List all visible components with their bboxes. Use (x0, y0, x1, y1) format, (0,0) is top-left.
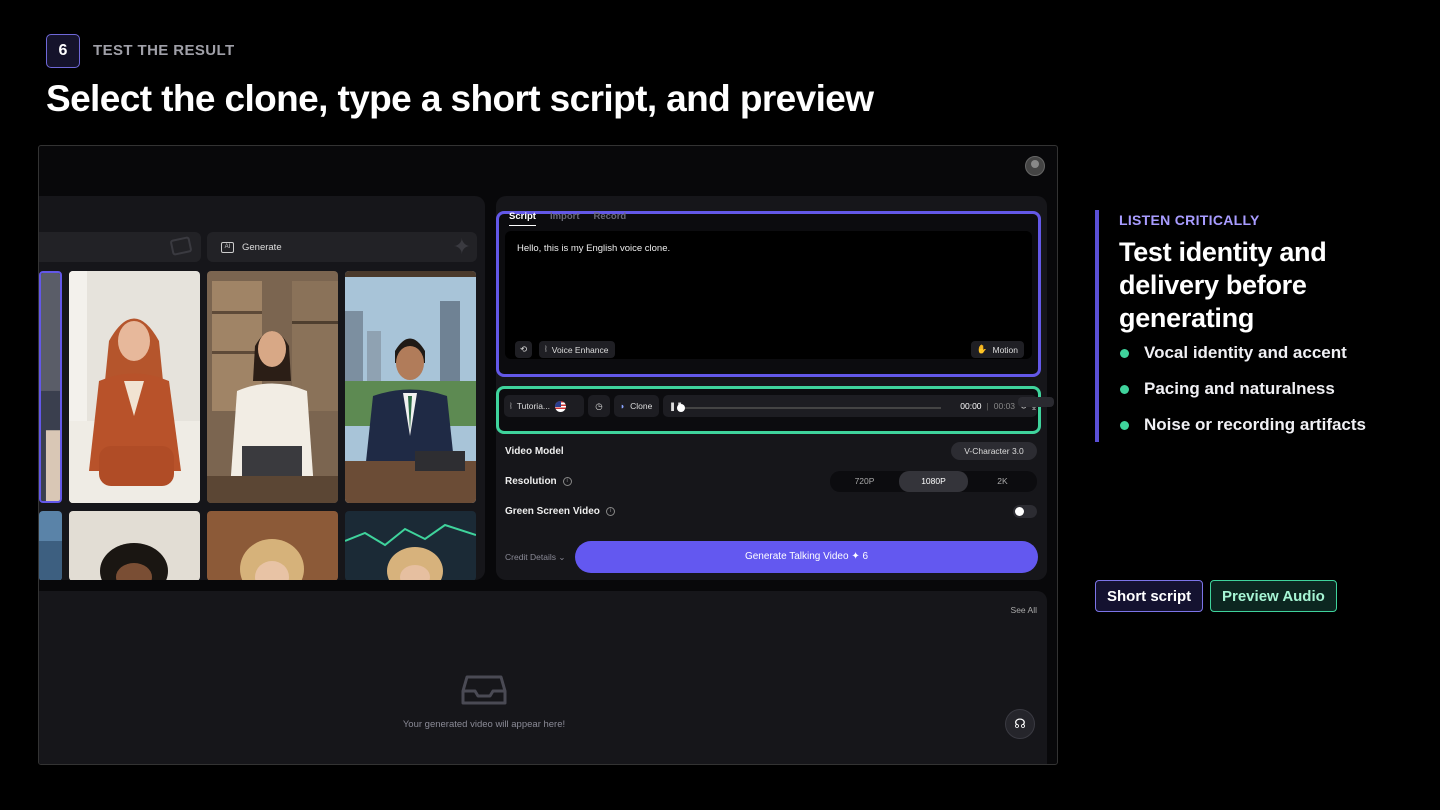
script-settings-panel: Script Import Record Hello, this is my E… (496, 196, 1054, 580)
user-avatar-icon[interactable] (1025, 156, 1045, 176)
script-textarea[interactable]: Hello, this is my English voice clone. ⟲… (505, 231, 1032, 359)
audio-player: ❚❚ 00:00 | 00:03 ↻ ⤓ (663, 395, 1054, 417)
generate-tab-label: Generate (242, 241, 282, 253)
green-screen-text: Green Screen Video (505, 506, 600, 517)
step-label: TEST THE RESULT (93, 42, 235, 59)
script-editor-highlight: Script Import Record Hello, this is my E… (496, 211, 1041, 377)
motion-label: Motion (992, 344, 1018, 355)
avatar-card-red-blazer[interactable] (69, 271, 200, 503)
support-headset-icon[interactable]: ☊ (1005, 709, 1035, 739)
avatar-card-bookshelf[interactable] (207, 271, 338, 503)
voice-enhance-button[interactable]: ⦚ Voice Enhance (539, 341, 615, 358)
avatar-gallery-panel: AI Generate ✦ (39, 196, 485, 580)
clone-label: Clone (630, 401, 653, 411)
clone-voice-icon: ◗ (620, 401, 626, 411)
tab-import[interactable]: Import (550, 211, 580, 226)
avatar-card-trading[interactable] (345, 511, 476, 580)
voice-selector[interactable]: ⦚ Tutoria... (504, 395, 584, 417)
history-button[interactable]: ⟲ (515, 341, 532, 358)
generate-tab[interactable]: AI Generate ✦ (207, 232, 477, 262)
history-icon: ⟲ (519, 344, 528, 354)
resolution-text: Resolution (505, 476, 557, 487)
avatar-card-partial[interactable] (39, 511, 62, 580)
output-panel: See All Your generated video will appear… (39, 591, 1047, 764)
playhead-handle[interactable] (677, 404, 685, 412)
inbox-icon (461, 675, 507, 705)
resolution-option-1080p[interactable]: 1080P (899, 471, 968, 492)
avatar-card-curly-hair[interactable] (69, 511, 200, 580)
sidebar-eyebrow: LISTEN CRITICALLY (1119, 212, 1260, 228)
green-screen-label: Green Screen Video i (505, 506, 615, 517)
bullet-item: Noise or recording artifacts (1119, 415, 1405, 451)
video-model-text: Video Model (505, 446, 564, 457)
motion-button[interactable]: ✋ Motion (970, 341, 1024, 358)
preview-audio-tag: Preview Audio (1210, 580, 1337, 612)
audio-preview-highlight: ⦚ Tutoria... ◷ ◗ Clone ❚❚ 00:00 | 00:03 (496, 386, 1054, 434)
see-all-link[interactable]: See All (1011, 605, 1037, 615)
short-script-tag: Short script (1095, 580, 1204, 612)
voice-enhance-label: Voice Enhance (551, 344, 609, 355)
time-total: 00:03 (993, 401, 1016, 411)
generate-talking-video-button[interactable]: Generate Talking Video ✦ 6 (575, 541, 1038, 573)
info-icon[interactable]: i (605, 507, 615, 516)
audio-progress-bar[interactable] (677, 397, 1054, 412)
app-screenshot: AI Generate ✦ Script Import Record Hello… (38, 145, 1058, 765)
page-title: Select the clone, type a short script, a… (46, 78, 874, 119)
avatar-card-selected[interactable] (39, 271, 62, 503)
voice-history-button[interactable]: ◷ (588, 395, 610, 417)
empty-state-message: Your generated video will appear here! (402, 719, 566, 730)
clock-icon: ◷ (595, 400, 603, 411)
voice-name: Tutoria... (516, 401, 551, 411)
script-text: Hello, this is my English voice clone. (517, 243, 671, 254)
resolution-selector: 720P 1080P 2K (830, 471, 1037, 492)
tab-script[interactable]: Script (509, 211, 536, 226)
bullet-item: Vocal identity and accent (1119, 343, 1405, 379)
photo-decoration-icon (169, 236, 193, 256)
video-model-select[interactable]: V-Character 3.0 (951, 442, 1037, 460)
sidebar-bullets: Vocal identity and accent Pacing and nat… (1119, 343, 1405, 451)
green-screen-toggle[interactable] (1013, 505, 1037, 518)
video-model-label: Video Model (505, 446, 564, 457)
step-number-badge: 6 (46, 34, 80, 68)
time-current: 00:00 (960, 401, 982, 411)
waveform-icon: ⦚ (510, 400, 512, 411)
tab-record[interactable]: Record (594, 211, 627, 226)
sparkle-decoration-icon: ✦ (452, 234, 471, 259)
waveform-icon: ⦚ (545, 344, 547, 354)
us-flag-icon (555, 400, 567, 412)
clone-badge[interactable]: ◗ Clone (614, 395, 659, 417)
script-tabs: Script Import Record (509, 211, 626, 226)
time-tooltip (1018, 397, 1054, 407)
resolution-option-2k[interactable]: 2K (968, 471, 1037, 492)
ai-image-icon: AI (221, 241, 234, 253)
resolution-option-720p[interactable]: 720P (830, 471, 899, 492)
bullet-item: Pacing and naturalness (1119, 379, 1405, 415)
upload-tab[interactable] (39, 232, 201, 262)
hand-icon: ✋ (976, 344, 988, 354)
avatar-card-city-office[interactable] (345, 271, 476, 503)
time-separator: | (986, 401, 989, 411)
tip-sidebar: LISTEN CRITICALLY Test identity and deli… (1095, 210, 1405, 442)
sidebar-title: Test identity and delivery before genera… (1119, 237, 1327, 333)
avatar-card-blonde[interactable] (207, 511, 338, 580)
info-icon[interactable]: i (562, 477, 572, 486)
resolution-label: Resolution i (505, 476, 572, 487)
credit-details-link[interactable]: Credit Details ⌄ (505, 552, 566, 563)
